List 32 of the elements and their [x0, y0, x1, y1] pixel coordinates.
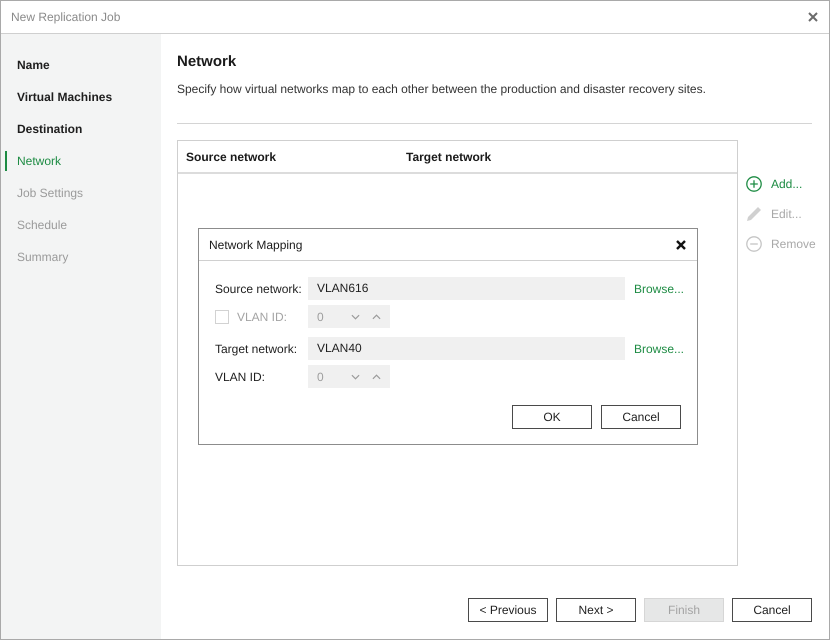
chevron-down-icon[interactable] — [351, 374, 360, 380]
vlan-id-spinner[interactable]: 0 — [308, 365, 390, 388]
chevron-down-icon[interactable] — [351, 314, 360, 320]
pencil-icon — [746, 206, 762, 222]
wizard-button[interactable]: Cancel — [732, 598, 812, 622]
chevron-up-icon[interactable] — [372, 314, 381, 320]
step-item[interactable]: Destination — [1, 113, 161, 145]
browse-link[interactable]: Browse... — [634, 282, 684, 296]
column-header: Target network — [406, 150, 492, 164]
page-title: Network — [177, 52, 238, 72]
close-icon[interactable] — [676, 240, 686, 250]
step-item[interactable]: Virtual Machines — [1, 81, 161, 113]
field-label: Target network: — [215, 342, 298, 356]
window-title: New Replication Job — [11, 10, 120, 24]
page-description: Specify how virtual networks map to each other between the production and disaster recovery sites. — [177, 81, 707, 97]
browse-link[interactable]: Browse... — [634, 342, 684, 356]
field-label: Source network: — [215, 282, 303, 296]
wizard-button[interactable]: Next > — [556, 598, 636, 622]
plus-circle-icon — [746, 176, 762, 192]
column-header: Source network — [186, 150, 278, 164]
add-button[interactable]: Add... — [746, 176, 816, 192]
minus-circle-icon — [746, 236, 762, 252]
dialog-title: Network Mapping — [209, 238, 302, 252]
step-item[interactable]: Name — [1, 49, 161, 81]
field-label: VLAN ID: — [237, 310, 288, 324]
dialog-button[interactable]: Cancel — [601, 405, 681, 429]
wizard-button[interactable]: < Previous — [468, 598, 548, 622]
dialog-button[interactable]: OK — [512, 405, 592, 429]
network-field[interactable]: VLAN40 — [308, 337, 625, 360]
field-label: VLAN ID: — [215, 370, 266, 384]
network-field[interactable]: VLAN616 — [308, 277, 625, 300]
chevron-up-icon[interactable] — [372, 374, 381, 380]
